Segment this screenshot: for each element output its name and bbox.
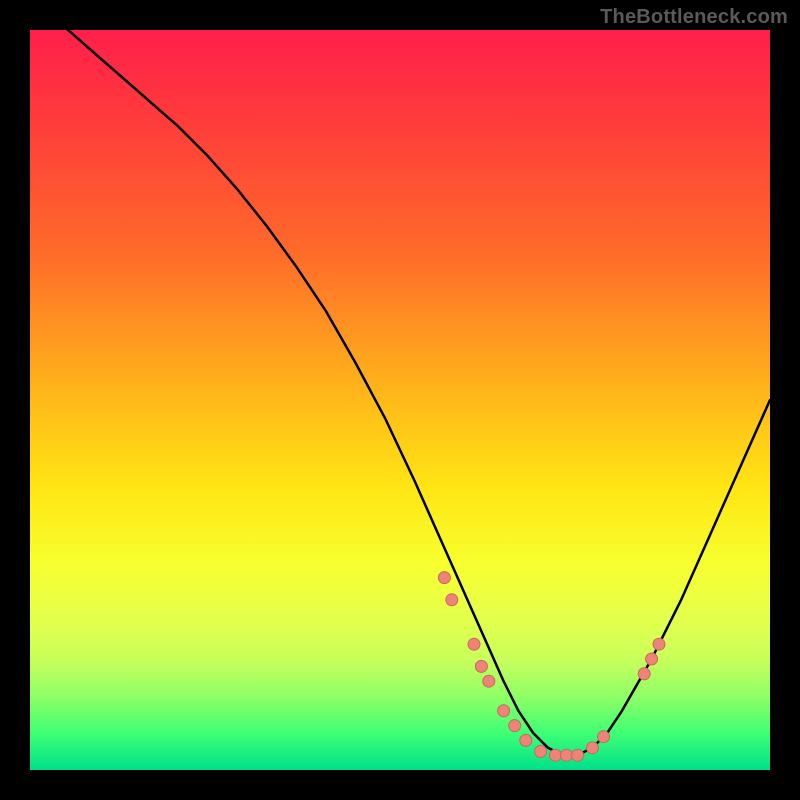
curve-markers [438,572,665,762]
curve-dot [438,572,450,584]
curve-dot [638,668,650,680]
curve-dot [646,653,658,665]
curve-dot [446,594,458,606]
curve-dot [509,720,521,732]
chart-svg [30,30,770,770]
curve-dot [653,638,665,650]
curve-dot [475,660,487,672]
curve-dot [549,749,561,761]
curve-dot [572,749,584,761]
curve-dot [520,734,532,746]
curve-dot [498,705,510,717]
curve-dot [561,749,573,761]
watermark-text: TheBottleneck.com [600,6,788,29]
chart-frame: TheBottleneck.com [0,0,800,800]
plot-area [30,30,770,770]
curve-dot [586,742,598,754]
curve-dot [468,638,480,650]
curve-dot [483,675,495,687]
curve-dot [535,746,547,758]
curve-dot [598,731,610,743]
